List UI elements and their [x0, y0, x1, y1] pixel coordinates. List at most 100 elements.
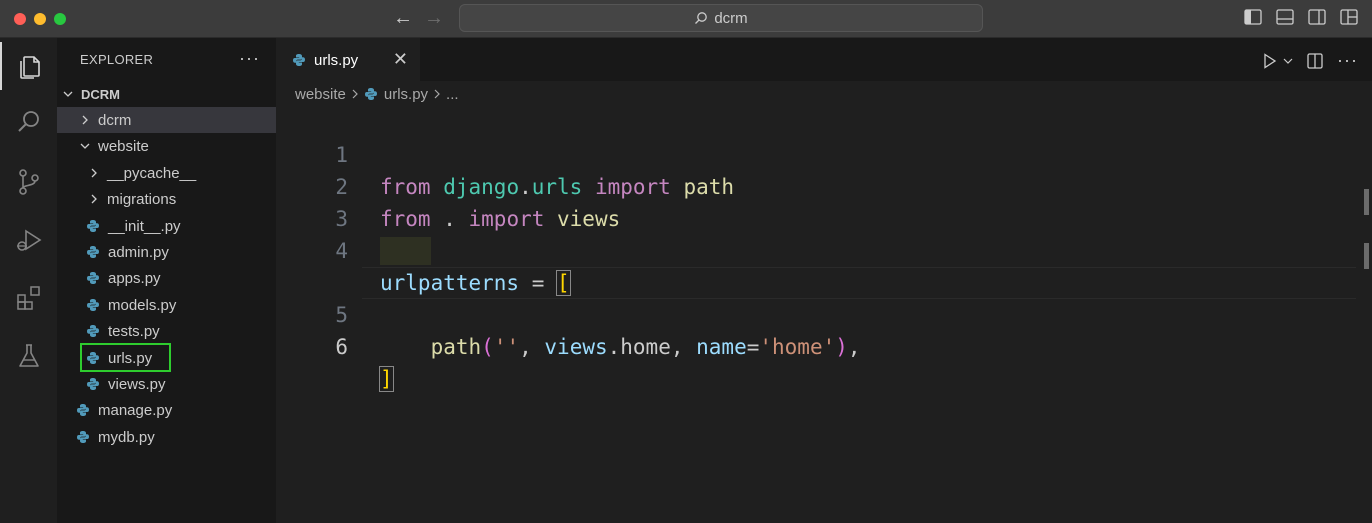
- line-number: 6: [335, 335, 348, 359]
- activity-bar: [0, 38, 57, 523]
- python-file-icon: [77, 404, 89, 416]
- close-window-button[interactable]: [14, 13, 26, 25]
- explorer-sidebar: EXPLORER ··· DCRM dcrm website __pycache…: [57, 38, 276, 523]
- run-debug-icon: [16, 229, 41, 251]
- explorer-activity[interactable]: [0, 42, 57, 90]
- search-activity[interactable]: [0, 98, 57, 146]
- tree-file-init[interactable]: __init__.py: [57, 213, 276, 239]
- title-bar: ← → dcrm: [0, 0, 1372, 38]
- code-token: name: [696, 335, 747, 359]
- tree-item-label: manage.py: [98, 401, 173, 419]
- code-line: 4 urlpatterns = [: [276, 203, 1356, 296]
- tree-item-label: views.py: [108, 375, 166, 393]
- breadcrumb-folder[interactable]: website: [295, 86, 346, 103]
- chevron-right-icon: [78, 115, 92, 125]
- vertical-scrollbar-thumb[interactable]: [1364, 189, 1369, 215]
- code-line: 3: [276, 171, 1356, 231]
- more-actions-icon[interactable]: ···: [1337, 50, 1358, 71]
- toggle-primary-sidebar-icon[interactable]: [1244, 9, 1262, 25]
- extensions-activity[interactable]: [0, 274, 57, 322]
- tree-file-mydb[interactable]: mydb.py: [57, 424, 276, 450]
- explorer-header: EXPLORER: [80, 52, 154, 67]
- tree-item-label: apps.py: [108, 269, 161, 287]
- minimize-window-button[interactable]: [34, 13, 46, 25]
- chevron-right-icon: [433, 86, 441, 103]
- python-file-icon: [87, 272, 99, 284]
- code-token: views: [544, 335, 608, 359]
- breadcrumb: website urls.py ...: [276, 81, 1372, 107]
- search-icon: [17, 111, 39, 132]
- overview-ruler-marker: [1364, 243, 1369, 269]
- code-token: ): [835, 335, 848, 359]
- tree-item-label: website: [98, 137, 149, 155]
- tree-item-label: dcrm: [98, 111, 132, 129]
- code-line: 1 from django.urls import path: [276, 107, 1356, 199]
- python-file-icon: [87, 325, 99, 337]
- tree-file-models[interactable]: models.py: [57, 292, 276, 318]
- chevron-down-icon: [61, 89, 75, 99]
- chevron-right-icon: [87, 194, 101, 204]
- tree-file-manage[interactable]: manage.py: [57, 397, 276, 423]
- chevron-right-icon: [351, 86, 359, 103]
- toggle-panel-icon[interactable]: [1276, 9, 1294, 25]
- window-title: dcrm: [714, 9, 748, 27]
- code-editor[interactable]: 1 from django.urls import path 2 from . …: [276, 107, 1356, 523]
- extensions-icon: [16, 286, 40, 310]
- chevron-right-icon: [87, 168, 101, 178]
- run-python-file-icon[interactable]: [1263, 52, 1277, 69]
- command-center-search[interactable]: dcrm: [459, 4, 983, 32]
- flask-icon: [18, 344, 39, 367]
- indent-guide-highlight: [380, 237, 431, 265]
- tree-folder-pycache[interactable]: __pycache__: [57, 160, 276, 186]
- toggle-secondary-sidebar-icon[interactable]: [1308, 9, 1326, 25]
- tree-item-label: tests.py: [108, 322, 160, 340]
- code-line-current: 6 ]: [276, 267, 1356, 392]
- tree-folder-dcrm[interactable]: dcrm: [57, 107, 276, 133]
- split-editor-icon[interactable]: [1307, 52, 1323, 69]
- editor-actions: ···: [1263, 50, 1358, 71]
- tab-urls-py[interactable]: urls.py ✕: [276, 38, 420, 81]
- tree-root-dcrm[interactable]: DCRM: [57, 81, 276, 107]
- python-file-icon: [293, 54, 305, 66]
- code-token: (: [481, 335, 494, 359]
- code-token: =: [746, 335, 760, 359]
- code-token: '': [493, 335, 520, 359]
- testing-activity[interactable]: [0, 332, 57, 380]
- code-token: ,: [519, 335, 545, 359]
- tree-folder-website[interactable]: website: [57, 133, 276, 159]
- tree-folder-migrations[interactable]: migrations: [57, 186, 276, 212]
- zoom-window-button[interactable]: [54, 13, 66, 25]
- code-token: .home,: [607, 335, 697, 359]
- code-token: 'home': [759, 335, 836, 359]
- tree-item-label: migrations: [107, 190, 177, 208]
- tree-file-apps[interactable]: apps.py: [57, 265, 276, 291]
- breadcrumb-file[interactable]: urls.py: [384, 86, 428, 103]
- tab-label: urls.py: [314, 51, 359, 69]
- tree-file-views[interactable]: views.py: [57, 371, 276, 397]
- go-back-arrow-icon[interactable]: ←: [393, 6, 413, 30]
- python-file-icon: [77, 431, 89, 443]
- search-icon: [695, 12, 708, 24]
- code-line: 2 from . import views: [276, 139, 1356, 231]
- code-line: 5 path('', views.home, name='home'),: [276, 235, 1356, 359]
- tree-item-label: DCRM: [81, 86, 120, 102]
- python-file-icon: [87, 220, 99, 232]
- breadcrumb-symbol[interactable]: ...: [446, 86, 459, 103]
- tree-file-tests[interactable]: tests.py: [57, 318, 276, 344]
- run-and-debug-activity[interactable]: [0, 216, 57, 264]
- close-tab-icon[interactable]: ✕: [393, 49, 408, 70]
- tree-item-label: admin.py: [108, 243, 169, 261]
- tree-file-admin[interactable]: admin.py: [57, 239, 276, 265]
- tree-item-label: __pycache__: [107, 164, 197, 182]
- chevron-down-icon[interactable]: [1283, 56, 1293, 66]
- go-forward-arrow-icon[interactable]: →: [424, 6, 444, 30]
- tree-item-label: mydb.py: [98, 428, 155, 446]
- more-actions-icon[interactable]: ···: [239, 48, 260, 69]
- urls-highlight-box: [80, 343, 171, 372]
- layout-controls: [1244, 9, 1358, 25]
- customize-layout-icon[interactable]: [1340, 9, 1358, 25]
- tree-item-label: models.py: [108, 296, 177, 314]
- source-control-activity[interactable]: [0, 158, 57, 206]
- code-text: ]: [379, 363, 394, 395]
